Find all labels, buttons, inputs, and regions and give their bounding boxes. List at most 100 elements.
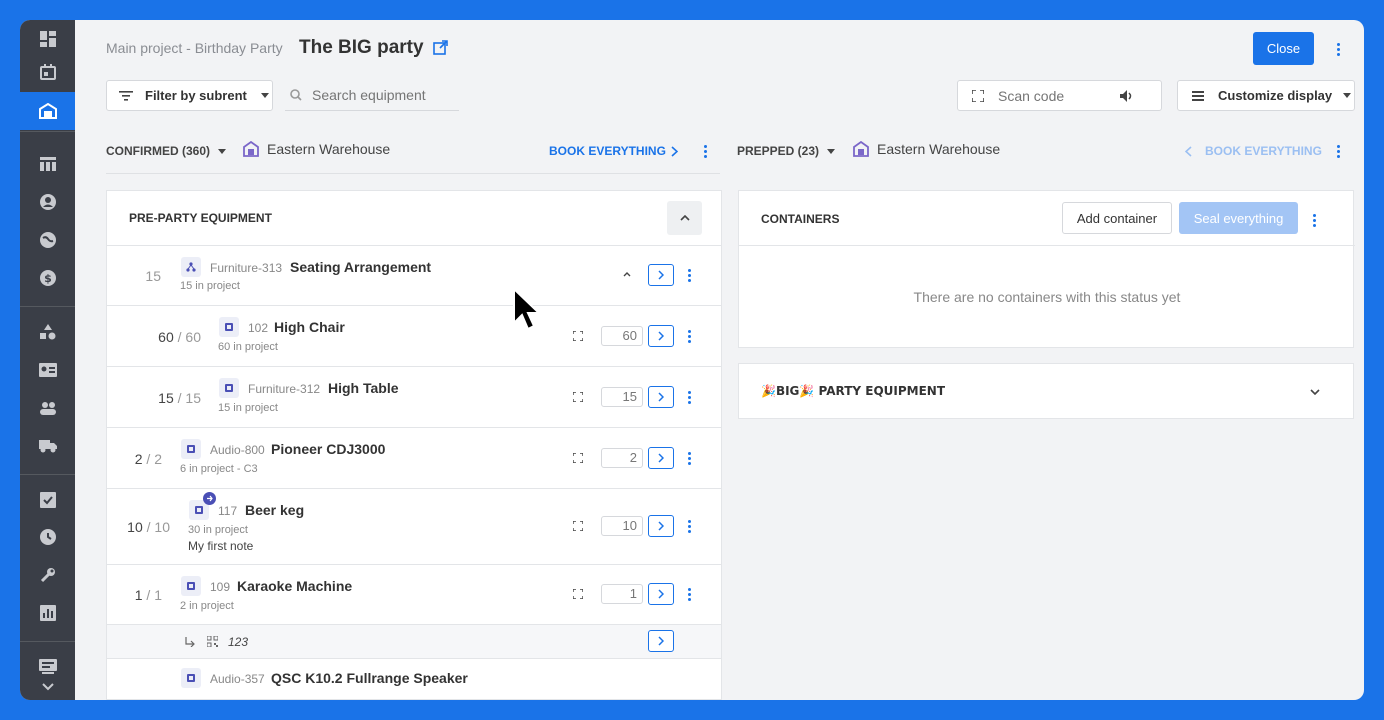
move-right-button[interactable]	[648, 583, 674, 605]
book-everything-button[interactable]: BOOK EVERYTHING	[549, 144, 666, 158]
clipboard-icon[interactable]	[20, 480, 75, 518]
main-content: Main project - Birthday Party The BIG pa…	[75, 20, 1364, 700]
item-name[interactable]: QSC K10.2 Fullrange Speaker	[271, 670, 468, 686]
table-row[interactable]: Audio-357 QSC K10.2 Fullrange Speaker	[107, 659, 721, 699]
scan-icon[interactable]	[573, 521, 583, 531]
breadcrumb[interactable]: Main project - Birthday Party	[106, 40, 283, 56]
item-sub: 15 in project	[218, 402, 278, 414]
more-options-icon[interactable]	[688, 586, 692, 603]
more-options-icon[interactable]	[688, 328, 692, 345]
customize-display-button[interactable]: Customize display	[1177, 80, 1355, 111]
table-row[interactable]: 60 / 60 102 High Chair 60 in project 60	[107, 306, 721, 367]
serial-row[interactable]: 123	[107, 625, 721, 659]
quantity-input[interactable]: 15	[601, 387, 643, 407]
more-options-icon[interactable]	[688, 450, 692, 467]
more-options-icon[interactable]	[688, 389, 692, 406]
move-right-button[interactable]	[648, 515, 674, 537]
more-options-icon[interactable]	[704, 143, 708, 160]
collapse-section-button[interactable]	[667, 201, 702, 235]
seal-everything-button[interactable]: Seal everything	[1179, 202, 1298, 234]
item-icon	[181, 668, 201, 688]
item-name[interactable]: High Chair	[274, 319, 345, 335]
item-icon	[181, 439, 201, 459]
warehouse-selector[interactable]: Eastern Warehouse	[243, 141, 390, 157]
scan-icon[interactable]	[573, 453, 583, 463]
done-count: 10	[127, 519, 143, 535]
caret-down-icon	[827, 148, 836, 154]
chevron-down-icon[interactable]	[1310, 389, 1320, 395]
warehouse-icon[interactable]	[20, 92, 75, 130]
move-right-button[interactable]	[648, 325, 674, 347]
quantity-input[interactable]: 60	[601, 326, 643, 346]
chevron-left-icon[interactable]	[1184, 144, 1192, 162]
move-right-button[interactable]	[648, 630, 674, 652]
mouse-cursor-icon	[513, 287, 542, 331]
item-name[interactable]: Seating Arrangement	[290, 259, 431, 275]
search-input[interactable]	[312, 87, 452, 103]
item-name[interactable]: High Table	[328, 380, 399, 396]
item-name[interactable]: Beer keg	[245, 502, 304, 518]
status-dropdown-confirmed[interactable]: CONFIRMED (360)	[106, 144, 227, 158]
scan-icon[interactable]	[573, 392, 583, 402]
chevron-down-icon[interactable]	[20, 672, 75, 700]
dollar-icon[interactable]: $	[20, 259, 75, 297]
total-count: 15	[185, 390, 201, 406]
table-row[interactable]: 10 / 10 117 Beer keg 30 in project My fi…	[107, 489, 721, 565]
done-count: 1	[134, 587, 143, 603]
warehouse-selector[interactable]: Eastern Warehouse	[853, 141, 1000, 157]
item-code: Audio-357	[210, 672, 265, 686]
party-equipment-section[interactable]: 🎉BIG🎉 PARTY EQUIPMENT	[738, 363, 1354, 419]
move-right-button[interactable]	[648, 264, 674, 286]
shapes-icon[interactable]	[20, 313, 75, 351]
scan-icon[interactable]	[573, 331, 583, 341]
quantity-input[interactable]: 1	[601, 584, 643, 604]
table-row[interactable]: 15 / 15 Furniture-312 High Table 15 in p…	[107, 367, 721, 428]
item-name[interactable]: Pioneer CDJ3000	[271, 441, 385, 457]
total-count: 10	[154, 519, 170, 535]
scan-icon[interactable]	[573, 589, 583, 599]
calendar-icon[interactable]	[20, 53, 75, 91]
search-field[interactable]	[285, 80, 459, 111]
item-name[interactable]: Karaoke Machine	[237, 578, 352, 594]
table-icon[interactable]	[20, 145, 75, 183]
move-right-button[interactable]	[648, 447, 674, 469]
more-options-icon[interactable]	[688, 267, 692, 284]
external-link-icon[interactable]	[433, 40, 448, 60]
id-card-icon[interactable]	[20, 351, 75, 389]
globe-icon[interactable]	[20, 221, 75, 259]
warehouse-icon	[853, 141, 869, 157]
more-options-icon[interactable]	[688, 518, 692, 535]
group-icon	[181, 257, 201, 277]
chevron-up-icon[interactable]	[623, 272, 631, 277]
people-icon[interactable]	[20, 389, 75, 427]
close-button[interactable]: Close	[1253, 32, 1314, 65]
chevron-right-icon[interactable]	[671, 144, 679, 162]
item-code: 102	[248, 321, 269, 335]
wrench-icon[interactable]	[20, 556, 75, 594]
list-icon	[1192, 90, 1204, 101]
quantity-input[interactable]: 10	[601, 516, 643, 536]
report-icon[interactable]	[20, 594, 75, 632]
truck-icon[interactable]	[20, 427, 75, 465]
scan-field[interactable]	[957, 80, 1162, 111]
table-row[interactable]: 2 / 2 Audio-800 Pioneer CDJ3000 6 in pro…	[107, 428, 721, 489]
empty-state-message: There are no containers with this status…	[913, 289, 1181, 305]
more-options-icon[interactable]	[1337, 143, 1341, 160]
filter-label: Filter by subrent	[145, 88, 247, 103]
section-title: PRE-PARTY EQUIPMENT	[129, 211, 272, 225]
clock-icon[interactable]	[20, 518, 75, 556]
move-right-button[interactable]	[648, 386, 674, 408]
more-options-icon[interactable]	[1337, 41, 1341, 58]
table-row[interactable]: 1 / 1 109 Karaoke Machine 2 in project 1	[107, 565, 721, 625]
book-everything-button[interactable]: BOOK EVERYTHING	[1205, 144, 1322, 158]
warehouse-name: Eastern Warehouse	[267, 141, 391, 157]
quantity-input[interactable]: 2	[601, 448, 643, 468]
table-row[interactable]: 15 Furniture-313 Seating Arrangement 15 …	[107, 246, 721, 306]
add-container-button[interactable]: Add container	[1062, 202, 1172, 234]
status-dropdown-prepped[interactable]: PREPPED (23)	[737, 144, 836, 158]
more-options-icon[interactable]	[1313, 212, 1317, 229]
contact-icon[interactable]	[20, 183, 75, 221]
speaker-icon[interactable]	[1120, 89, 1134, 102]
scan-input[interactable]	[998, 87, 1118, 104]
filter-dropdown[interactable]: Filter by subrent	[106, 80, 273, 111]
